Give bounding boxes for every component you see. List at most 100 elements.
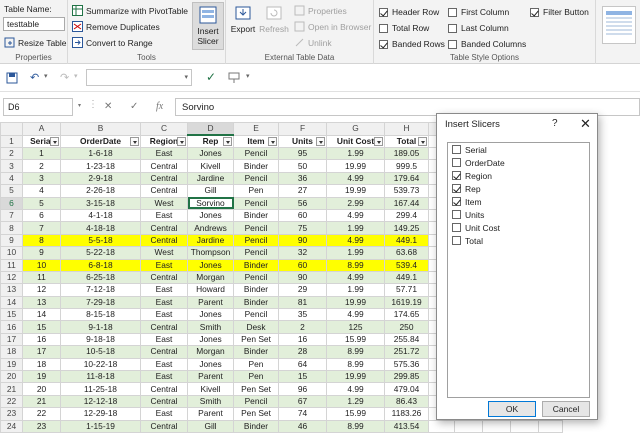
cancel-icon[interactable]: ✕ bbox=[104, 101, 112, 112]
cell[interactable]: 250 bbox=[384, 320, 429, 334]
cell[interactable]: 3-15-18 bbox=[60, 196, 141, 210]
cell[interactable]: 7-29-18 bbox=[60, 295, 141, 310]
first-column-checkbox[interactable]: First Column bbox=[448, 7, 509, 17]
cell[interactable]: 63.68 bbox=[384, 246, 429, 260]
cell[interactable]: 6-8-18 bbox=[60, 258, 141, 272]
cell[interactable]: 9 bbox=[22, 246, 61, 260]
cell[interactable]: Binder bbox=[233, 419, 279, 434]
cell[interactable]: 96 bbox=[278, 382, 327, 396]
cell[interactable]: East bbox=[140, 283, 188, 297]
empty-cell[interactable] bbox=[428, 419, 455, 434]
cell[interactable]: 5-22-18 bbox=[60, 246, 141, 260]
checkbox-checked-icon[interactable] bbox=[452, 184, 461, 193]
fx-icon[interactable]: fx bbox=[156, 101, 163, 112]
cell[interactable]: 1.99 bbox=[326, 283, 385, 297]
cell[interactable]: Thompson bbox=[187, 246, 234, 260]
empty-cell[interactable] bbox=[510, 419, 539, 434]
export-button[interactable]: Export bbox=[230, 4, 256, 34]
cell[interactable]: 539.4 bbox=[384, 258, 429, 272]
filter-dropdown-icon[interactable] bbox=[374, 136, 383, 146]
cell[interactable]: Central bbox=[140, 159, 188, 173]
cell[interactable]: Parent bbox=[187, 370, 234, 384]
format-painter-icon[interactable] bbox=[228, 72, 240, 86]
cell[interactable]: Central bbox=[140, 394, 188, 409]
checkbox-icon[interactable] bbox=[452, 158, 461, 167]
row-header[interactable]: 10 bbox=[0, 246, 23, 260]
properties-button[interactable]: Properties bbox=[294, 5, 347, 16]
empty-cell[interactable] bbox=[454, 419, 483, 434]
cell[interactable]: East bbox=[140, 332, 188, 347]
cell[interactable]: 12 bbox=[22, 283, 61, 297]
cell[interactable]: 35 bbox=[278, 308, 327, 322]
checkbox-checked-icon[interactable] bbox=[452, 171, 461, 180]
redo-dropdown-icon[interactable]: ▾ bbox=[74, 72, 78, 80]
filter-dropdown-icon[interactable] bbox=[316, 136, 325, 146]
remove-duplicates-button[interactable]: Remove Duplicates bbox=[72, 21, 160, 32]
slicer-field-serial[interactable]: Serial bbox=[448, 143, 589, 156]
open-browser-button[interactable]: Open in Browser bbox=[294, 21, 371, 32]
cell[interactable]: 149.25 bbox=[384, 221, 429, 235]
cell[interactable]: 64 bbox=[278, 357, 327, 372]
checkbox-icon[interactable] bbox=[452, 145, 461, 154]
cell[interactable]: East bbox=[140, 407, 188, 421]
cell[interactable]: East bbox=[140, 146, 188, 161]
cell[interactable]: 57.71 bbox=[384, 283, 429, 297]
checkbox-icon[interactable] bbox=[452, 236, 461, 245]
column-header-e[interactable]: E bbox=[233, 122, 279, 136]
help-icon[interactable]: ? bbox=[552, 118, 558, 129]
cell[interactable]: 8.99 bbox=[326, 258, 385, 272]
cell[interactable]: 449.1 bbox=[384, 233, 429, 248]
banded-columns-checkbox[interactable]: Banded Columns bbox=[448, 39, 526, 49]
cell[interactable]: West bbox=[140, 196, 188, 210]
cell[interactable]: 5-5-18 bbox=[60, 233, 141, 248]
slicer-field-total[interactable]: Total bbox=[448, 234, 589, 247]
cell[interactable]: Andrews bbox=[187, 221, 234, 235]
cell[interactable]: Pen Set bbox=[233, 382, 279, 396]
column-header-d[interactable]: D bbox=[187, 122, 234, 136]
cell[interactable]: 539.73 bbox=[384, 184, 429, 198]
cell[interactable]: East bbox=[140, 208, 188, 223]
select-all-corner[interactable] bbox=[0, 122, 23, 136]
cell[interactable]: Pencil bbox=[233, 246, 279, 260]
slicer-field-rep[interactable]: Rep bbox=[448, 182, 589, 195]
cell[interactable]: 46 bbox=[278, 419, 327, 434]
cell[interactable]: 999.5 bbox=[384, 159, 429, 173]
cell[interactable]: 27 bbox=[278, 184, 327, 198]
row-header[interactable]: 1 bbox=[0, 134, 23, 148]
cell[interactable]: Binder bbox=[233, 283, 279, 297]
cell[interactable]: 479.04 bbox=[384, 382, 429, 396]
cell[interactable]: 1.29 bbox=[326, 394, 385, 409]
cell[interactable]: 15.99 bbox=[326, 332, 385, 347]
cell[interactable]: Jardine bbox=[187, 171, 234, 186]
cell[interactable]: 2-26-18 bbox=[60, 184, 141, 198]
cell[interactable]: 8.99 bbox=[326, 419, 385, 434]
cell[interactable]: 255.84 bbox=[384, 332, 429, 347]
cell[interactable]: Binder bbox=[233, 159, 279, 173]
cell[interactable]: Pencil bbox=[233, 233, 279, 248]
cell[interactable]: 413.54 bbox=[384, 419, 429, 434]
pivot-button[interactable]: Summarize with PivotTable bbox=[72, 5, 188, 16]
cell[interactable]: 299.4 bbox=[384, 208, 429, 223]
table-header-cell[interactable]: Serial bbox=[22, 134, 61, 148]
table-header-cell[interactable]: OrderDate bbox=[60, 134, 141, 148]
cell[interactable]: 179.64 bbox=[384, 171, 429, 186]
cell[interactable]: 19.99 bbox=[326, 295, 385, 310]
cell[interactable]: 15.99 bbox=[326, 407, 385, 421]
row-header[interactable]: 6 bbox=[0, 196, 23, 210]
cell[interactable]: 19.99 bbox=[326, 184, 385, 198]
cell[interactable]: 95 bbox=[278, 146, 327, 161]
cell[interactable]: 15 bbox=[22, 320, 61, 334]
row-header[interactable]: 21 bbox=[0, 382, 23, 396]
cell[interactable]: Parent bbox=[187, 295, 234, 310]
cell[interactable]: 4.99 bbox=[326, 208, 385, 223]
cell[interactable]: 8 bbox=[22, 233, 61, 248]
table-header-cell[interactable]: Region bbox=[140, 134, 188, 148]
row-header[interactable]: 4 bbox=[0, 171, 23, 186]
cell[interactable]: 19.99 bbox=[326, 159, 385, 173]
enter-icon[interactable]: ✓ bbox=[130, 101, 138, 112]
cell[interactable]: 67 bbox=[278, 394, 327, 409]
cell[interactable]: 8-15-18 bbox=[60, 308, 141, 322]
cell[interactable]: 6 bbox=[22, 208, 61, 223]
cell[interactable]: 18 bbox=[22, 357, 61, 372]
row-header[interactable]: 5 bbox=[0, 184, 23, 198]
